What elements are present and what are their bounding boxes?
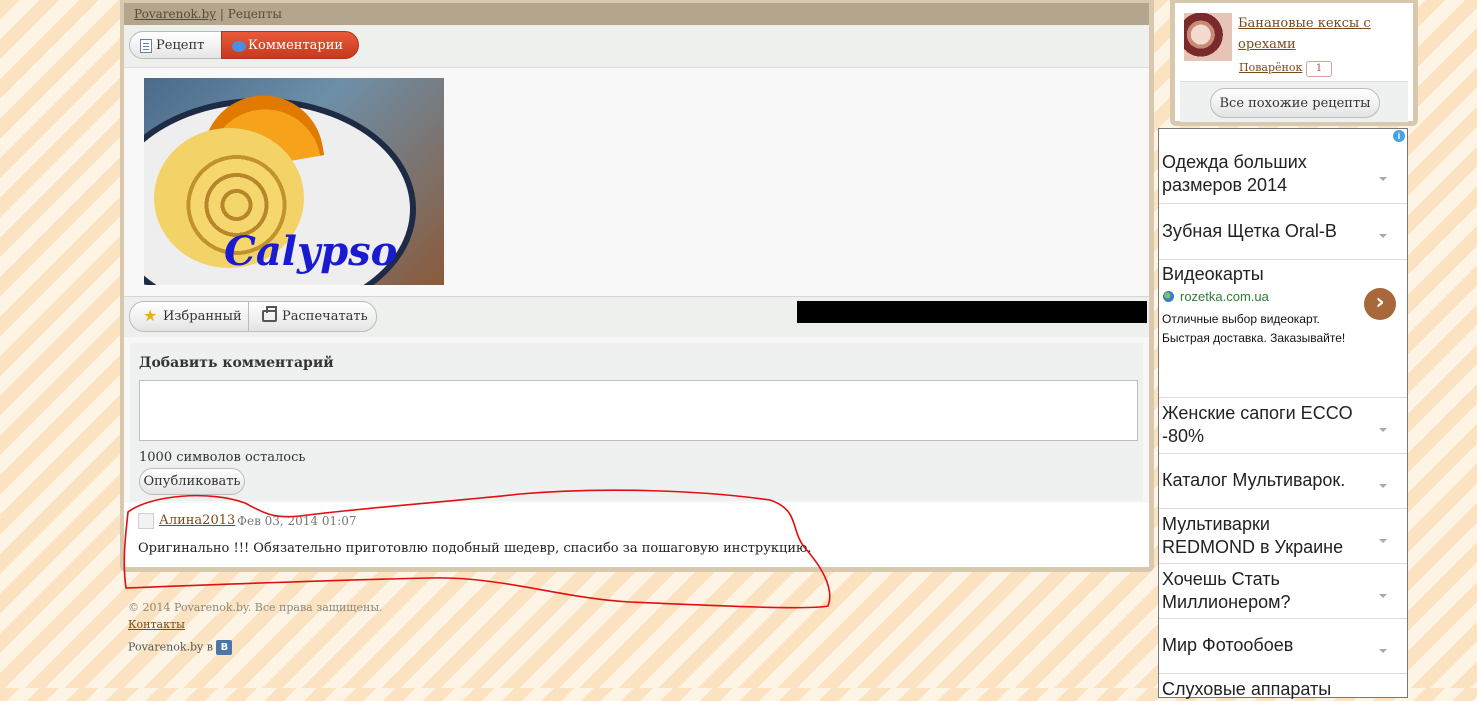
ad-text: Одежда больших размеров 2014 — [1162, 152, 1307, 195]
photo-watermark: Calypso — [224, 228, 398, 275]
tab-comments[interactable]: Комментарии — [221, 31, 359, 59]
ad-domain[interactable]: rozetka.com.ua — [1180, 289, 1269, 304]
redacted-bar — [797, 301, 1147, 323]
comment-date: Фев 03, 2014 01:07 — [237, 514, 357, 528]
speech-bubble-icon — [232, 41, 246, 52]
globe-icon — [1163, 291, 1174, 302]
similar-recipe-source-link[interactable]: Поварёнок — [1239, 61, 1302, 74]
vk-icon[interactable]: В — [216, 640, 233, 655]
ad-item[interactable]: Женские сапоги ECCO -80% — [1159, 398, 1407, 454]
chevron-down-icon — [1379, 484, 1387, 488]
all-similar-recipes-button[interactable]: Все похожие рецепты — [1210, 88, 1380, 118]
ad-text: Мультиварки REDMOND в Украине — [1162, 514, 1344, 557]
ad-text: Женские сапоги ECCO -80% — [1162, 403, 1353, 446]
ad-item[interactable]: Зубная Щетка Oral-B — [1159, 204, 1407, 260]
comment-form-title: Добавить комментарий — [139, 355, 334, 371]
ad-item[interactable]: Каталог Мультиварок. — [1159, 454, 1407, 509]
chevron-down-icon — [1379, 594, 1387, 598]
recipe-photo-area: Calypso — [124, 68, 1149, 297]
similar-footer: Все похожие рецепты — [1180, 81, 1408, 122]
similar-recipes-card: Банановые кексы с орехами Поварёнок 1 Вс… — [1170, 0, 1418, 126]
favorites-label: Избранный — [163, 309, 242, 324]
info-icon[interactable]: i — [1393, 130, 1405, 142]
breadcrumb-separator: | — [219, 7, 224, 21]
chars-left-counter: 1000 символов осталось — [139, 450, 306, 465]
chevron-right-icon[interactable]: › — [1364, 288, 1396, 320]
comment-textarea[interactable] — [139, 380, 1138, 441]
action-row: ★ Избранный Распечатать — [124, 297, 1149, 337]
breadcrumb-site-link[interactable]: Povarenok.by — [134, 7, 216, 21]
printer-icon — [262, 306, 277, 322]
tabs-row: Рецепт Комментарии — [124, 25, 1149, 68]
chevron-down-icon — [1379, 539, 1387, 543]
favorites-button[interactable]: ★ Избранный — [129, 301, 249, 332]
ad-item[interactable]: Хочешь Стать Миллионером? — [1159, 564, 1407, 619]
ads-panel: i Одежда больших размеров 2014 Зубная Ще… — [1158, 128, 1408, 699]
recipe-content: Рецепт Комментарии Calypso ★ Избранный Р… — [124, 25, 1149, 567]
document-icon — [140, 39, 152, 53]
chevron-down-icon — [1379, 649, 1387, 653]
ad-description: Отличные выбор видеокарт. Быстрая достав… — [1162, 312, 1346, 345]
footer-copyright: © 2014 Povarenok.by. Все права защищены. — [128, 601, 383, 614]
breadcrumb: Povarenok.by | Рецепты — [124, 3, 1149, 25]
ad-text: Мир Фотообоев — [1162, 635, 1294, 655]
comment-item: Алина2013 Фев 03, 2014 01:07 Оригинально… — [124, 503, 1149, 567]
ad-text: Слуховые аппараты — [1162, 679, 1332, 699]
tab-comments-label: Комментарии — [248, 38, 344, 53]
footer-contacts-link[interactable]: Контакты — [128, 618, 185, 631]
similar-recipe-item: Банановые кексы с орехами Поварёнок 1 Вс… — [1175, 3, 1413, 122]
ad-item[interactable]: Одежда больших размеров 2014 — [1159, 147, 1407, 204]
chevron-down-icon — [1379, 177, 1387, 181]
tab-recipe-label: Рецепт — [156, 38, 205, 53]
ad-text: Зубная Щетка Oral-B — [1162, 221, 1337, 241]
footer-vk: Povarenok.by в В — [128, 640, 233, 655]
ad-text: Хочешь Стать Миллионером? — [1162, 569, 1291, 612]
publish-button[interactable]: Опубликовать — [139, 468, 245, 495]
ad-item[interactable]: Мир Фотообоев — [1159, 619, 1407, 674]
footer-vk-text: Povarenok.by в — [128, 640, 213, 654]
ad-item-expanded[interactable]: Видеокарты rozetka.com.ua Отличные выбор… — [1159, 260, 1407, 398]
recipe-photo[interactable]: Calypso — [144, 78, 444, 285]
comment-text: Оригинально !!! Обязательно приготовлю п… — [138, 541, 812, 556]
similar-recipe-count-badge: 1 — [1306, 61, 1332, 77]
print-label: Распечатать — [282, 309, 368, 324]
chevron-down-icon — [1379, 428, 1387, 432]
breadcrumb-section: Рецепты — [227, 7, 282, 21]
ad-item[interactable]: Слуховые аппараты — [1159, 674, 1407, 699]
similar-recipe-title-link[interactable]: Банановые кексы с орехами — [1238, 13, 1378, 55]
print-button[interactable]: Распечатать — [248, 301, 377, 332]
star-icon: ★ — [143, 306, 158, 325]
tab-recipe[interactable]: Рецепт — [129, 31, 222, 59]
ad-text: Каталог Мультиварок. — [1162, 470, 1346, 490]
comment-author-link[interactable]: Алина2013 — [159, 513, 235, 528]
recipe-card: Povarenok.by | Рецепты Рецепт Комментари… — [120, 0, 1154, 572]
ad-text: Видеокарты — [1162, 264, 1264, 284]
ad-item[interactable]: Мультиварки REDMOND в Украине — [1159, 509, 1407, 564]
comment-form: Добавить комментарий 1000 символов остал… — [130, 343, 1143, 501]
similar-recipe-thumbnail[interactable] — [1184, 13, 1232, 61]
user-avatar-icon — [138, 513, 154, 529]
chevron-down-icon — [1379, 234, 1387, 238]
